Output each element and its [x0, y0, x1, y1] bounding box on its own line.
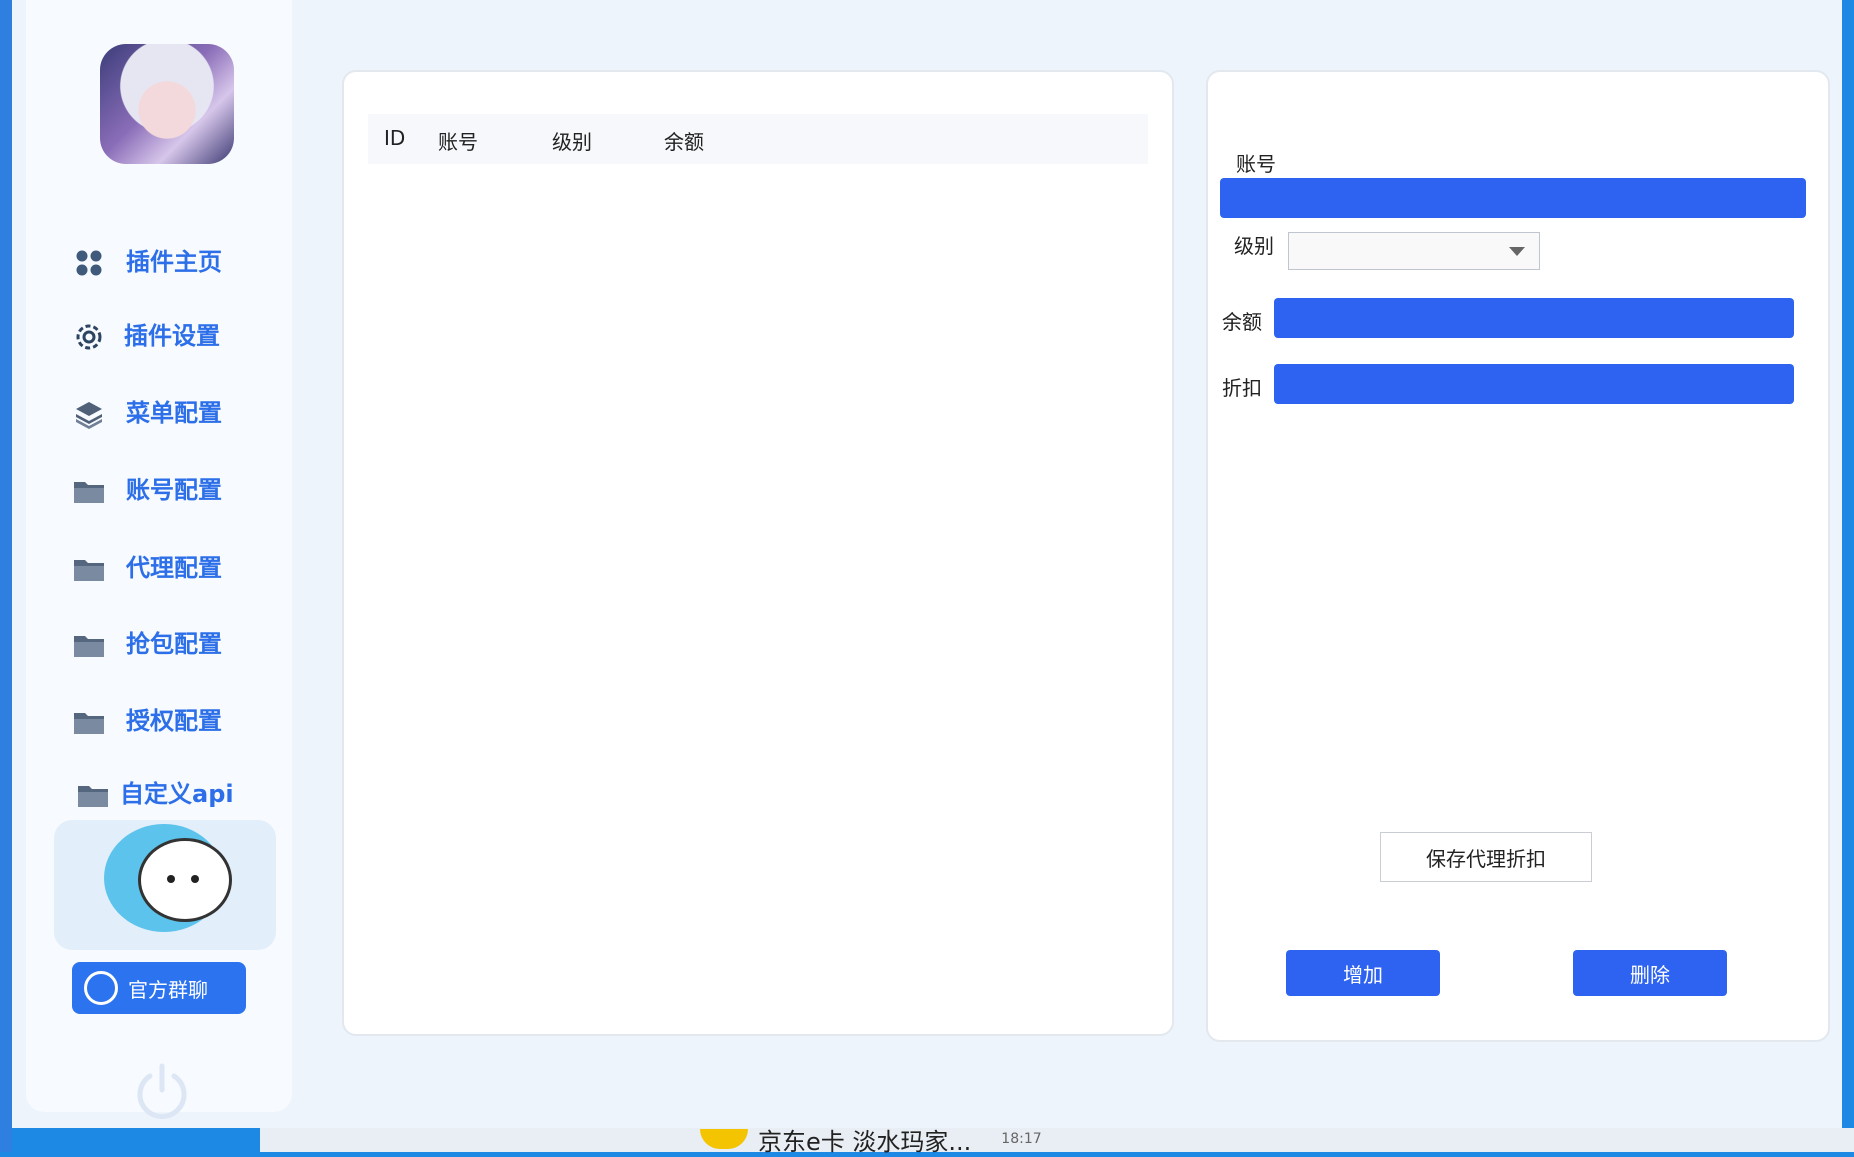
folder-icon: [76, 778, 110, 812]
sidebar-item-grab-config[interactable]: 抢包配置: [26, 614, 292, 674]
sidebar-item-label: 账号配置: [126, 476, 222, 504]
chevron-down-icon: [1509, 247, 1525, 256]
balance-label: 余额: [1222, 310, 1262, 334]
agent-list-panel: ID 账号 级别 余额: [342, 70, 1174, 1036]
sidebar-item-plugin-home[interactable]: 插件主页: [26, 232, 292, 292]
desktop-edge: [0, 0, 12, 1152]
discount-label: 折扣: [1222, 376, 1262, 400]
level-label: 级别: [1234, 234, 1274, 258]
sidebar-item-proxy-config[interactable]: 代理配置: [26, 538, 292, 598]
grid-icon: [72, 246, 106, 280]
save-agent-discount-button[interactable]: 保存代理折扣: [1380, 832, 1592, 882]
avatar: [100, 44, 234, 164]
sidebar-item-auth-config[interactable]: 授权配置: [26, 691, 292, 751]
folder-icon: [72, 552, 106, 586]
taskbar-item-label: 京东e卡 淡水玛家...: [758, 1127, 972, 1156]
column-header-level[interactable]: 级别: [552, 126, 592, 155]
sidebar-item-account-config[interactable]: 账号配置: [26, 460, 292, 520]
taskbar-item[interactable]: 京东e卡 淡水玛家... 18:17: [700, 1126, 1120, 1156]
folder-icon: [72, 474, 106, 508]
app-window: 插件主页 插件设置 菜单配置 账号配置 代理配置 抢包配置 授权配置 自定义ap…: [12, 0, 1842, 1128]
sidebar-item-label: 代理配置: [126, 554, 222, 582]
column-header-balance[interactable]: 余额: [664, 126, 704, 155]
chat-button-label: 官方群聊: [128, 977, 208, 1002]
sidebar-item-label: 插件设置: [124, 322, 220, 350]
panda-shape: [138, 838, 232, 922]
sidebar-item-label: 抢包配置: [126, 630, 222, 658]
sidebar-item-label: 菜单配置: [126, 399, 222, 427]
sidebar-item-label: 自定义api: [120, 780, 234, 808]
app-icon: [700, 1129, 748, 1149]
layers-icon: [72, 397, 106, 431]
sidebar-item-plugin-settings[interactable]: 插件设置: [26, 306, 292, 366]
sidebar: 插件主页 插件设置 菜单配置 账号配置 代理配置 抢包配置 授权配置 自定义ap…: [26, 0, 292, 1119]
power-icon[interactable]: [130, 1058, 194, 1122]
folder-icon: [72, 628, 106, 662]
column-header-account[interactable]: 账号: [438, 126, 478, 155]
mascot-illustration: [54, 820, 276, 950]
column-header-id[interactable]: ID: [384, 126, 405, 150]
agent-form-panel: 账号 级别 余额 折扣 保存代理折扣 增加 删除: [1206, 70, 1830, 1042]
table-header: ID 账号 级别 余额: [368, 114, 1148, 164]
sidebar-item-custom-api[interactable]: 自定义api: [26, 764, 292, 824]
sidebar-item-label: 插件主页: [126, 248, 222, 276]
balance-input[interactable]: [1274, 298, 1794, 338]
level-select[interactable]: [1288, 232, 1540, 270]
taskbar-time: 18:17: [1001, 1131, 1042, 1147]
chat-bubble-icon: [84, 971, 118, 1005]
gear-icon: [72, 320, 106, 354]
discount-input[interactable]: [1274, 364, 1794, 404]
account-input[interactable]: [1220, 178, 1806, 218]
sidebar-item-menu-config[interactable]: 菜单配置: [26, 383, 292, 443]
folder-icon: [72, 705, 106, 739]
sidebar-item-label: 授权配置: [126, 707, 222, 735]
add-button[interactable]: 增加: [1286, 950, 1440, 996]
delete-button[interactable]: 删除: [1573, 950, 1727, 996]
account-label: 账号: [1236, 152, 1276, 176]
official-group-chat-button[interactable]: 官方群聊: [72, 962, 246, 1014]
